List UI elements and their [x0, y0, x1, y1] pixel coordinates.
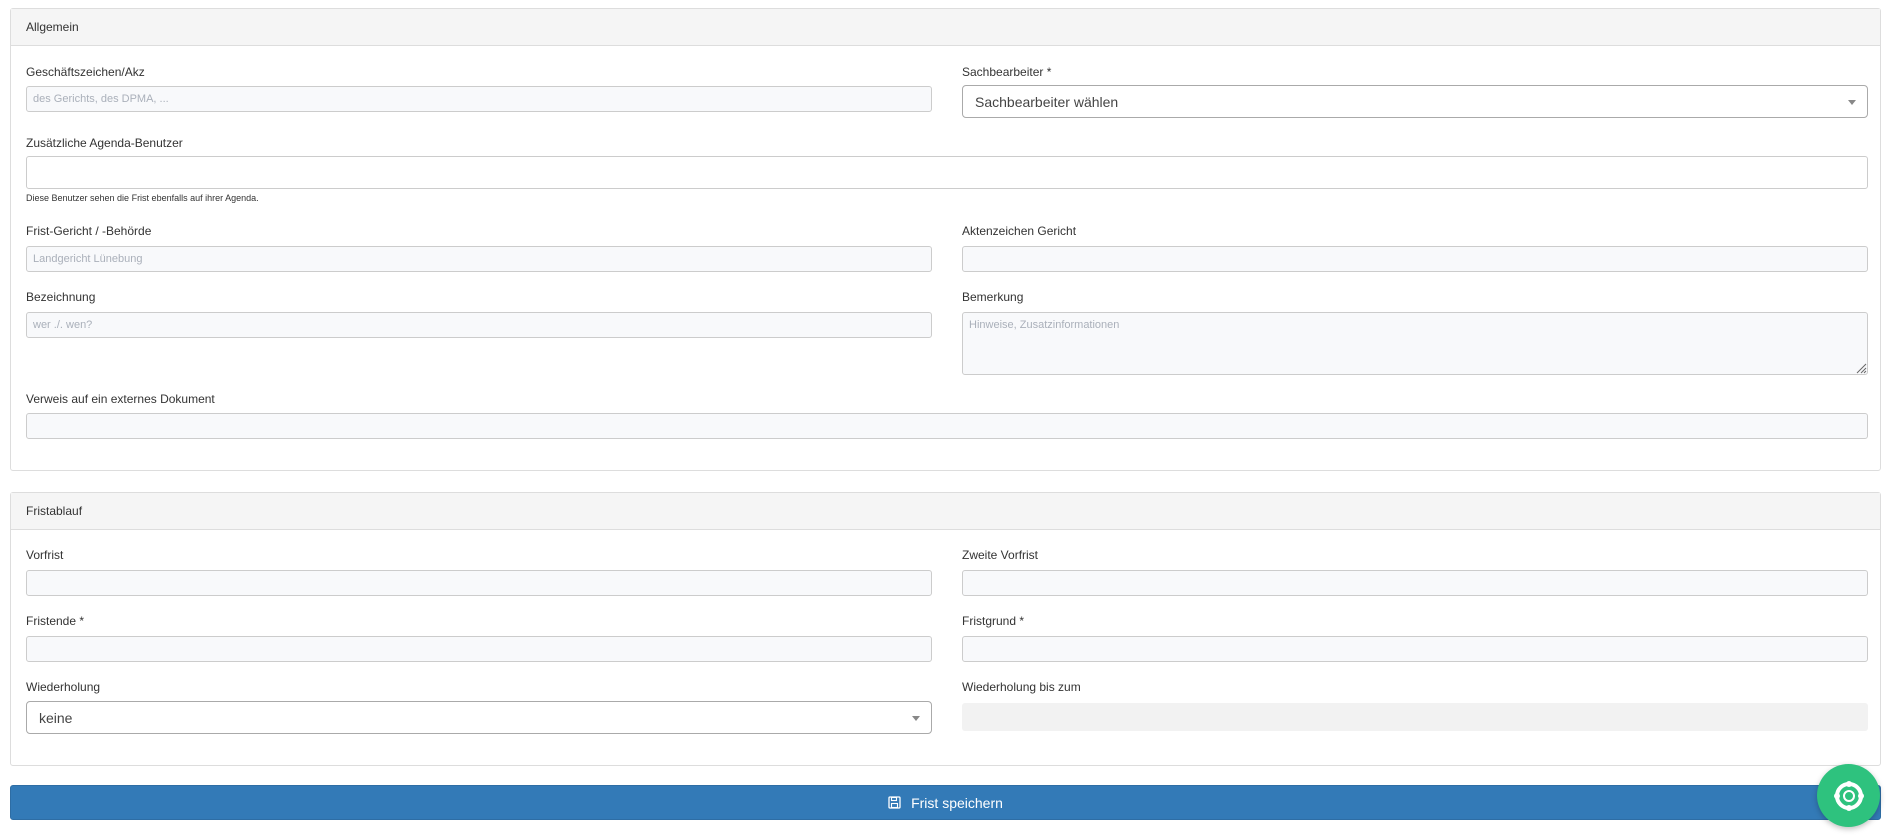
- aktenzeichen-gericht-label: Aktenzeichen Gericht: [962, 224, 1077, 238]
- panel-allgemein-heading: Allgemein: [11, 9, 1880, 46]
- bezeichnung-label: Bezeichnung: [26, 290, 96, 304]
- geschaeftszeichen-input[interactable]: [26, 86, 932, 112]
- aktenzeichen-gericht-input[interactable]: [962, 246, 1868, 272]
- help-chat-button[interactable]: [1817, 764, 1880, 827]
- zweite-vorfrist-label: Zweite Vorfrist: [962, 548, 1039, 562]
- geschaeftszeichen-label: Geschäftszeichen/Akz: [26, 65, 145, 79]
- frist-gericht-label: Frist-Gericht / -Behörde: [26, 224, 152, 238]
- save-frist-button-label: Frist speichern: [911, 794, 1003, 811]
- sachbearbeiter-label: Sachbearbeiter *: [962, 65, 1052, 79]
- zweite-vorfrist-input[interactable]: [962, 570, 1868, 596]
- sachbearbeiter-select[interactable]: Sachbearbeiter wählen: [962, 85, 1868, 118]
- lifebuoy-icon: [1833, 780, 1864, 811]
- agenda-benutzer-input[interactable]: [26, 156, 1868, 189]
- vorfrist-input[interactable]: [26, 570, 932, 596]
- agenda-benutzer-help: Diese Benutzer sehen die Frist ebenfalls…: [26, 193, 259, 203]
- wiederholung-bis-label: Wiederholung bis zum: [962, 680, 1081, 694]
- chevron-down-icon: [912, 716, 920, 721]
- fristgrund-input[interactable]: [962, 636, 1868, 662]
- verweis-input[interactable]: [26, 413, 1868, 439]
- verweis-label: Verweis auf ein externes Dokument: [26, 392, 215, 406]
- sachbearbeiter-select-value: Sachbearbeiter wählen: [975, 94, 1119, 110]
- save-frist-button[interactable]: Frist speichern: [10, 785, 1881, 820]
- wiederholung-select[interactable]: keine: [26, 701, 932, 734]
- floppy-disk-icon: [888, 796, 901, 809]
- vorfrist-label: Vorfrist: [26, 548, 64, 562]
- chevron-down-icon: [1848, 100, 1856, 105]
- bemerkung-textarea[interactable]: [962, 312, 1868, 375]
- fristende-input[interactable]: [26, 636, 932, 662]
- panel-fristablauf: Fristablauf Vorfrist Zweite Vorfrist Fri…: [10, 492, 1881, 766]
- fristende-label: Fristende *: [26, 614, 85, 628]
- panel-fristablauf-heading: Fristablauf: [11, 493, 1880, 530]
- resize-grip-icon[interactable]: [1855, 362, 1867, 374]
- panel-allgemein: Allgemein Geschäftszeichen/Akz Sachbearb…: [10, 8, 1881, 471]
- wiederholung-bis-field: [962, 703, 1868, 731]
- fristgrund-label: Fristgrund *: [962, 614, 1025, 628]
- wiederholung-label: Wiederholung: [26, 680, 101, 694]
- bemerkung-label: Bemerkung: [962, 290, 1024, 304]
- wiederholung-select-value: keine: [39, 710, 73, 726]
- frist-gericht-input[interactable]: [26, 246, 932, 272]
- agenda-benutzer-label: Zusätzliche Agenda-Benutzer: [26, 136, 183, 150]
- bezeichnung-input[interactable]: [26, 312, 932, 338]
